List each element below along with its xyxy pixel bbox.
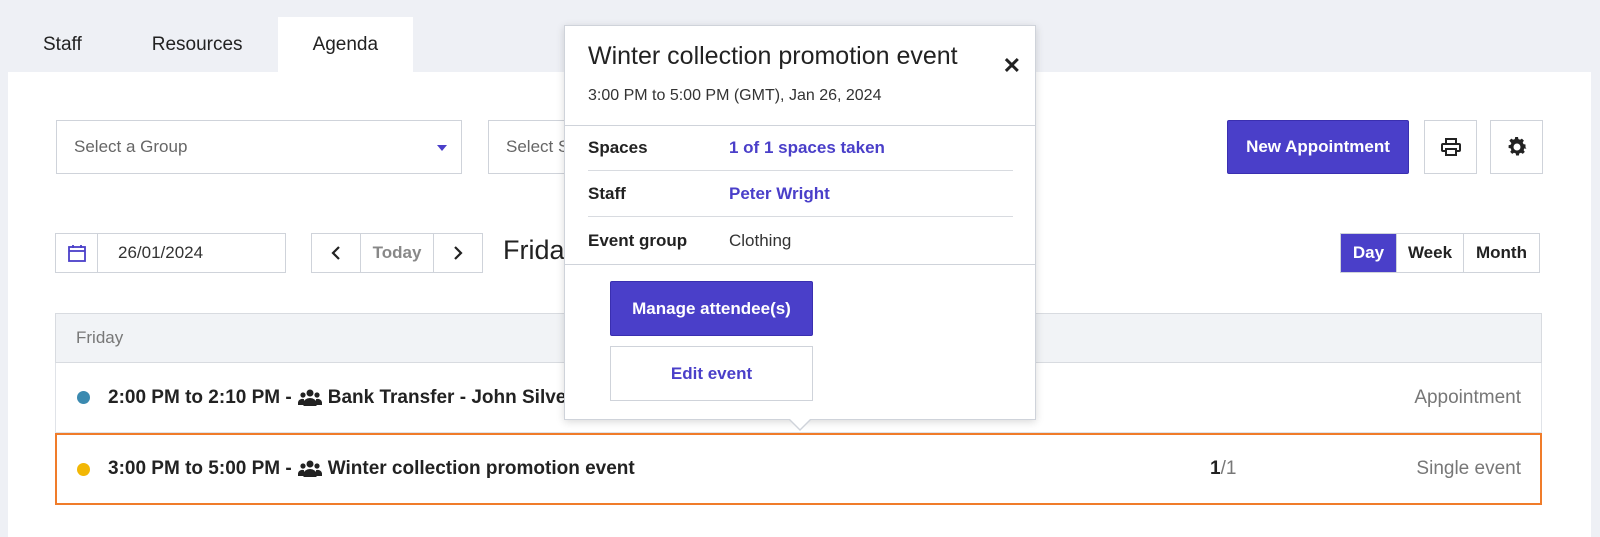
today-button[interactable]: Today xyxy=(360,234,434,272)
event-group-label: Event group xyxy=(588,230,688,250)
popover-title: Winter collection promotion event xyxy=(588,42,958,70)
tab-staff[interactable]: Staff xyxy=(8,17,117,72)
view-month-button[interactable]: Month xyxy=(1463,234,1539,272)
event-time: 2:00 PM to 2:10 PM - xyxy=(108,386,292,408)
next-day-button[interactable] xyxy=(434,234,482,272)
users-icon xyxy=(297,460,322,477)
date-input[interactable]: 26/01/2024 xyxy=(98,234,203,272)
detail-row-staff: Staff Peter Wright xyxy=(588,172,1013,217)
staff-select-value: Select S xyxy=(506,137,570,156)
date-picker[interactable]: 26/01/2024 xyxy=(55,233,286,273)
event-title: Winter collection promotion event xyxy=(327,458,635,479)
chevron-left-icon xyxy=(331,246,340,260)
detail-row-event-group: Event group Clothing xyxy=(588,218,1013,263)
status-dot xyxy=(77,462,90,476)
view-day-button[interactable]: Day xyxy=(1341,234,1396,272)
printer-icon xyxy=(1440,138,1461,156)
event-type: Appointment xyxy=(1414,386,1521,408)
date-navigation: Today xyxy=(311,233,483,273)
attendee-count-total: /1 xyxy=(1220,458,1237,479)
manage-attendees-button[interactable]: Manage attendee(s) xyxy=(610,281,813,336)
attendee-count: 1/1 xyxy=(1210,458,1236,480)
previous-day-button[interactable] xyxy=(312,234,360,272)
tab-resources[interactable]: Resources xyxy=(117,17,278,72)
edit-event-button[interactable]: Edit event xyxy=(610,346,813,401)
attendee-count-taken: 1 xyxy=(1210,458,1221,479)
event-time: 3:00 PM to 5:00 PM - xyxy=(108,458,292,479)
event-title: Bank Transfer - John Silver xyxy=(327,386,574,408)
staff-link[interactable]: Peter Wright xyxy=(729,184,830,204)
tab-bar: Staff Resources Agenda xyxy=(8,17,414,72)
popover-pointer-fill xyxy=(789,418,811,429)
gear-icon xyxy=(1508,137,1526,156)
view-week-button[interactable]: Week xyxy=(1396,234,1463,272)
view-toggle: Day Week Month xyxy=(1340,233,1540,273)
spaces-label: Spaces xyxy=(588,138,648,157)
chevron-down-icon xyxy=(437,145,447,151)
detail-row-spaces: Spaces 1 of 1 spaces taken xyxy=(588,126,1013,171)
spaces-link[interactable]: 1 of 1 spaces taken xyxy=(729,138,885,158)
close-icon[interactable]: ✕ xyxy=(1003,53,1021,79)
users-icon xyxy=(297,389,322,406)
agenda-row-selected[interactable]: 3:00 PM to 5:00 PM - Winter collection p… xyxy=(55,433,1542,505)
divider xyxy=(565,264,1035,265)
popover-datetime: 3:00 PM to 5:00 PM (GMT), Jan 26, 2024 xyxy=(588,87,882,104)
new-appointment-button[interactable]: New Appointment xyxy=(1227,120,1409,174)
event-popover: Winter collection promotion event ✕ 3:00… xyxy=(564,25,1036,431)
calendar-icon[interactable] xyxy=(56,234,98,272)
staff-label: Staff xyxy=(588,184,626,203)
group-select-value: Select a Group xyxy=(74,137,188,156)
event-group-value: Clothing xyxy=(729,230,792,250)
print-button[interactable] xyxy=(1424,120,1477,174)
settings-button[interactable] xyxy=(1490,120,1543,174)
chevron-right-icon xyxy=(454,246,463,260)
tab-agenda[interactable]: Agenda xyxy=(277,17,414,72)
event-type: Single event xyxy=(1416,458,1521,479)
group-select[interactable]: Select a Group xyxy=(56,120,462,174)
status-dot xyxy=(77,391,90,404)
